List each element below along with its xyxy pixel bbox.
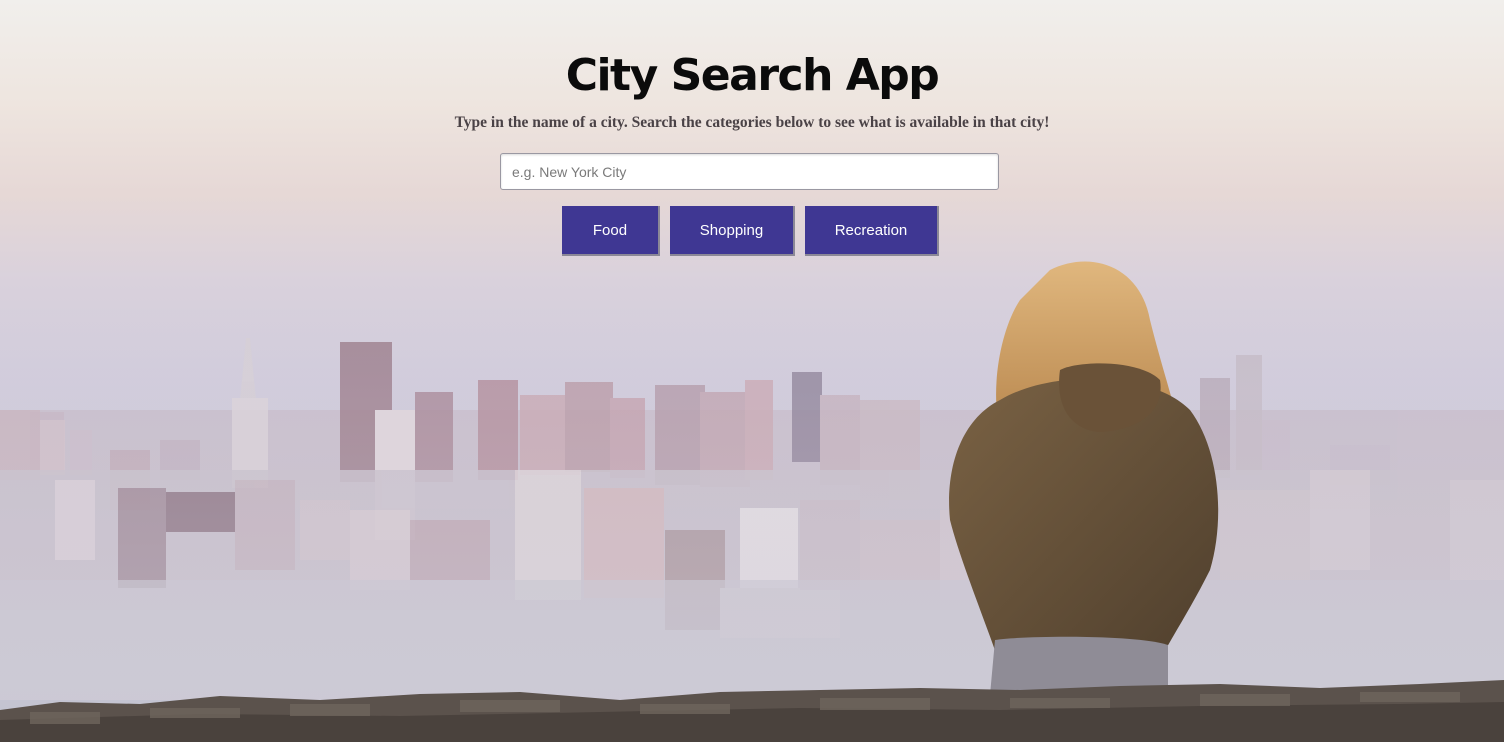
page-title: City Search App — [565, 50, 940, 101]
recreation-category-button[interactable]: Recreation — [805, 206, 939, 256]
food-category-button[interactable]: Food — [562, 206, 660, 256]
shopping-category-button[interactable]: Shopping — [670, 206, 795, 256]
city-search-input[interactable] — [500, 153, 999, 190]
page-subtitle: Type in the name of a city. Search the c… — [454, 114, 1050, 131]
city-skyline-photo — [0, 261, 1504, 742]
